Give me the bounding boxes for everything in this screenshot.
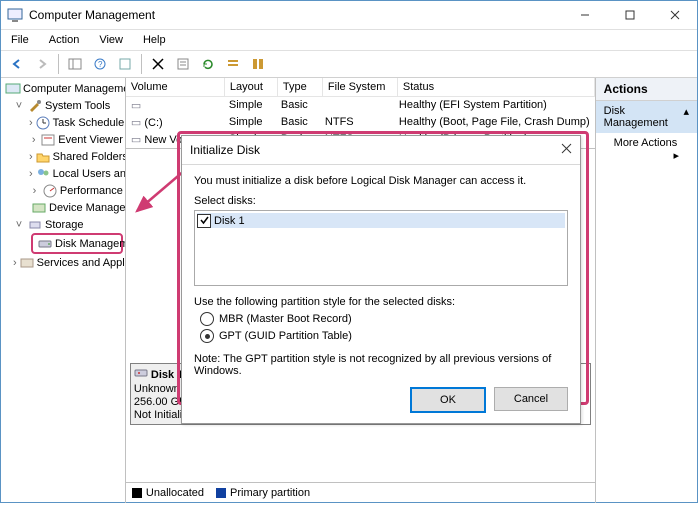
- forward-button[interactable]: [30, 52, 54, 76]
- partition-style-label: Use the following partition style for th…: [194, 296, 568, 308]
- disk-checkbox-row[interactable]: Disk 1: [197, 213, 565, 228]
- toolbar: ?: [1, 51, 697, 78]
- close-button[interactable]: [652, 1, 697, 29]
- app-icon: [7, 7, 23, 23]
- tree-device-manager[interactable]: Device Manager: [3, 199, 123, 216]
- legend-primary-swatch: [216, 488, 226, 498]
- volume-list-header[interactable]: Volume Layout Type File System Status: [126, 78, 595, 97]
- menu-help[interactable]: Help: [139, 32, 170, 48]
- cancel-button[interactable]: Cancel: [494, 387, 568, 411]
- legend-unallocated-swatch: [132, 488, 142, 498]
- tree-task-scheduler[interactable]: ›Task Scheduler: [3, 114, 123, 131]
- nav-tree[interactable]: Computer Management (Local) ˅System Tool…: [1, 78, 126, 503]
- radio-mbr[interactable]: MBR (Master Boot Record): [200, 312, 568, 326]
- view-button[interactable]: [113, 52, 137, 76]
- col-layout[interactable]: Layout: [225, 78, 278, 96]
- tree-system-tools[interactable]: ˅System Tools: [3, 97, 123, 114]
- radio-gpt[interactable]: GPT (GUID Partition Table): [200, 329, 568, 343]
- actions-pane: Actions Disk Management▴ More Actions▸: [596, 78, 697, 503]
- col-volume[interactable]: Volume: [126, 78, 225, 96]
- legend: Unallocated Primary partition: [126, 482, 595, 503]
- more-actions[interactable]: More Actions▸: [596, 133, 697, 153]
- tree-performance[interactable]: ›Performance: [3, 182, 123, 199]
- menu-file[interactable]: File: [7, 32, 33, 48]
- help-button[interactable]: ?: [88, 52, 112, 76]
- properties-button[interactable]: [171, 52, 195, 76]
- delete-button[interactable]: [146, 52, 170, 76]
- actions-header: Actions: [596, 78, 697, 101]
- disk-selection-list[interactable]: Disk 1: [194, 210, 568, 286]
- collapse-icon[interactable]: ▴: [683, 105, 689, 129]
- detail-button[interactable]: [246, 52, 270, 76]
- computer-management-window: Computer Management File Action View Hel…: [0, 0, 698, 503]
- list-button[interactable]: [221, 52, 245, 76]
- ok-button[interactable]: OK: [410, 387, 486, 413]
- tree-local-users-groups[interactable]: ›Local Users and Groups: [3, 165, 123, 182]
- radio-gpt-circle[interactable]: [200, 329, 214, 343]
- initialize-disk-dialog: Initialize Disk You must initialize a di…: [181, 135, 581, 424]
- menubar: File Action View Help: [1, 30, 697, 51]
- minimize-button[interactable]: [562, 1, 607, 29]
- tree-event-viewer[interactable]: ›Event Viewer: [3, 131, 123, 148]
- tree-root-label: Computer Management (Local): [23, 83, 126, 95]
- dialog-message: You must initialize a disk before Logica…: [194, 175, 568, 187]
- maximize-button[interactable]: [607, 1, 652, 29]
- tree-shared-folders[interactable]: ›Shared Folders: [3, 148, 123, 165]
- window-title: Computer Management: [29, 8, 562, 22]
- dialog-title: Initialize Disk: [190, 143, 260, 157]
- col-type[interactable]: Type: [278, 78, 323, 96]
- dialog-titlebar[interactable]: Initialize Disk: [182, 136, 580, 165]
- tree-disk-management[interactable]: Disk Management: [31, 233, 123, 254]
- checkbox-disk1[interactable]: [197, 214, 211, 228]
- titlebar[interactable]: Computer Management: [1, 1, 697, 30]
- actions-section[interactable]: Disk Management▴: [596, 101, 697, 133]
- dialog-note: Note: The GPT partition style is not rec…: [194, 353, 568, 377]
- menu-view[interactable]: View: [95, 32, 127, 48]
- volume-row[interactable]: ▭ (C:)SimpleBasicNTFSHealthy (Boot, Page…: [126, 114, 595, 131]
- svg-text:?: ?: [98, 60, 103, 69]
- disk-icon: [134, 367, 148, 383]
- show-hide-tree-button[interactable]: [63, 52, 87, 76]
- tree-disk-management-wrapper: Disk Management: [3, 233, 123, 254]
- col-filesystem[interactable]: File System: [323, 78, 398, 96]
- dialog-close-button[interactable]: [561, 143, 572, 157]
- volume-row[interactable]: ▭ SimpleBasicHealthy (EFI System Partiti…: [126, 97, 595, 114]
- col-status[interactable]: Status: [398, 78, 595, 96]
- tree-storage[interactable]: ˅Storage: [3, 216, 123, 233]
- tree-root[interactable]: Computer Management (Local): [3, 80, 123, 97]
- refresh-button[interactable]: [196, 52, 220, 76]
- radio-mbr-circle[interactable]: [200, 312, 214, 326]
- tree-services-apps[interactable]: ›Services and Applications: [3, 254, 123, 271]
- back-button[interactable]: [5, 52, 29, 76]
- menu-action[interactable]: Action: [45, 32, 84, 48]
- select-disks-label: Select disks:: [194, 195, 568, 207]
